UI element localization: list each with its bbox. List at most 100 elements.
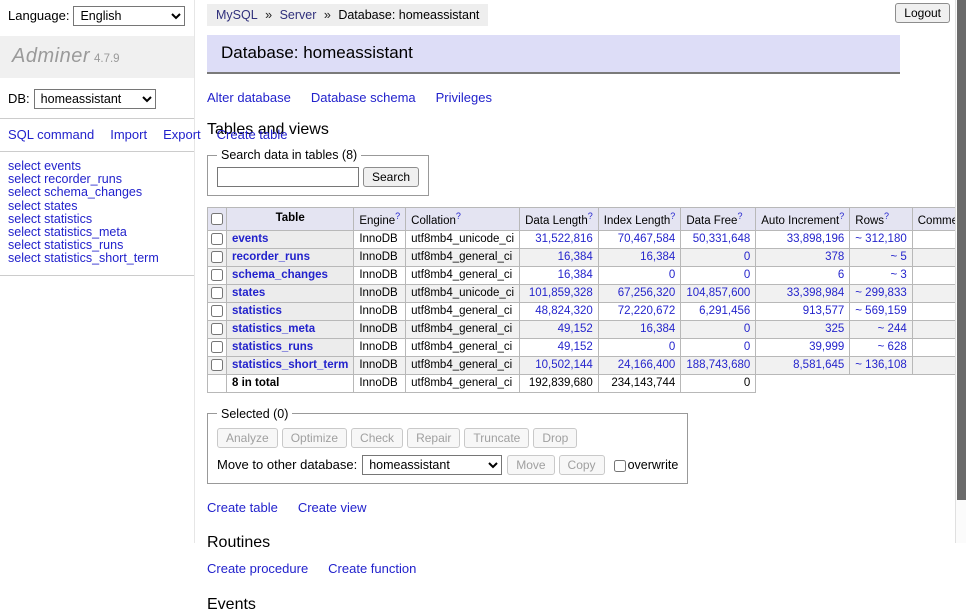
- select-all-checkbox[interactable]: [211, 213, 223, 225]
- sidebar-select-link-statistics[interactable]: select: [8, 212, 41, 226]
- routine-link-create-procedure[interactable]: Create procedure: [207, 561, 308, 576]
- table-link-recorder-runs[interactable]: recorder_runs: [232, 251, 310, 263]
- db-link-privileges[interactable]: Privileges: [436, 90, 492, 105]
- rows-cell[interactable]: ~ 136,108: [850, 356, 912, 374]
- repair-button[interactable]: Repair: [407, 428, 460, 448]
- breadcrumb-link-server[interactable]: Server: [280, 8, 317, 22]
- db-link-alter-database[interactable]: Alter database: [207, 90, 291, 105]
- sidebar-link-export[interactable]: Export: [163, 127, 201, 142]
- db-link-database-schema[interactable]: Database schema: [311, 90, 416, 105]
- rows-cell[interactable]: ~ 312,180: [850, 230, 912, 248]
- table-link-statistics-runs[interactable]: statistics_runs: [232, 341, 313, 353]
- engine-cell: InnoDB: [354, 320, 406, 338]
- sidebar-table-link-statistics-runs[interactable]: statistics_runs: [44, 238, 123, 252]
- create-link-create-view[interactable]: Create view: [298, 500, 367, 515]
- row-checkbox-statistics-short-term[interactable]: [211, 359, 223, 371]
- search-button[interactable]: Search: [363, 167, 419, 187]
- move-db-select[interactable]: homeassistant: [362, 455, 502, 475]
- sidebar-select-link-states[interactable]: select: [8, 199, 41, 213]
- sidebar-link-create-table[interactable]: Create table: [217, 127, 288, 142]
- index-length-cell: 67,256,320: [598, 284, 681, 302]
- adminer-brand[interactable]: Adminer: [12, 45, 90, 67]
- engine-cell: InnoDB: [354, 248, 406, 266]
- sidebar-item-statistics-short-term: select statistics_short_term: [8, 252, 186, 265]
- rows-cell[interactable]: ~ 299,833: [850, 284, 912, 302]
- vertical-scrollbar[interactable]: [955, 0, 966, 543]
- copy-button[interactable]: Copy: [559, 455, 605, 475]
- sidebar-table-link-states[interactable]: states: [44, 199, 77, 213]
- sidebar-table-link-events[interactable]: events: [44, 159, 81, 173]
- row-checkbox-recorder-runs[interactable]: [211, 251, 223, 263]
- help-link-index-length[interactable]: ?: [670, 211, 675, 221]
- breadcrumb-link-mysql[interactable]: MySQL: [216, 8, 258, 22]
- rows-cell[interactable]: ~ 3: [850, 266, 912, 284]
- total-data-free-cell: 0: [681, 374, 756, 392]
- move-button[interactable]: Move: [507, 455, 554, 475]
- sidebar-select-link-statistics-meta[interactable]: select: [8, 225, 41, 239]
- row-checkbox-events[interactable]: [211, 233, 223, 245]
- rows-cell[interactable]: ~ 244: [850, 320, 912, 338]
- row-checkbox-statistics-runs[interactable]: [211, 341, 223, 353]
- sidebar-table-link-statistics[interactable]: statistics: [44, 212, 92, 226]
- row-checkbox-statistics-meta[interactable]: [211, 323, 223, 335]
- help-link-collation[interactable]: ?: [456, 211, 461, 221]
- adminer-logo[interactable]: Adminer4.7.9: [0, 36, 194, 78]
- sidebar-link-import[interactable]: Import: [110, 127, 147, 142]
- overwrite-checkbox[interactable]: [614, 460, 626, 472]
- check-button[interactable]: Check: [351, 428, 403, 448]
- drop-button[interactable]: Drop: [533, 428, 577, 448]
- sidebar-table-link-recorder-runs[interactable]: recorder_runs: [44, 172, 122, 186]
- total-collation-cell: utf8mb4_general_ci: [406, 374, 520, 392]
- tables-and-views-heading: Tables and views: [207, 121, 900, 139]
- row-checkbox-statistics[interactable]: [211, 305, 223, 317]
- data-length-cell: 10,502,144: [520, 356, 599, 374]
- sidebar-table-link-schema-changes[interactable]: schema_changes: [44, 185, 142, 199]
- row-checkbox-cell: [208, 356, 227, 374]
- sidebar-select-link-statistics-short-term[interactable]: select: [8, 251, 41, 265]
- engine-cell: InnoDB: [354, 338, 406, 356]
- table-link-statistics[interactable]: statistics: [232, 305, 282, 317]
- search-input[interactable]: [217, 167, 359, 187]
- sidebar-table-link-statistics-short-term[interactable]: statistics_short_term: [44, 251, 159, 265]
- data-length-cell: 49,152: [520, 320, 599, 338]
- help-link-auto-increment[interactable]: ?: [839, 211, 844, 221]
- column-header-collation: Collation?: [406, 208, 520, 231]
- table-name-cell: states: [227, 284, 354, 302]
- rows-cell[interactable]: ~ 628: [850, 338, 912, 356]
- index-length-cell: 16,384: [598, 248, 681, 266]
- collation-cell: utf8mb4_general_ci: [406, 248, 520, 266]
- help-link-rows[interactable]: ?: [884, 211, 889, 221]
- sidebar-select-link-schema-changes[interactable]: select: [8, 185, 41, 199]
- rows-cell[interactable]: ~ 5: [850, 248, 912, 266]
- create-link-create-table[interactable]: Create table: [207, 500, 278, 515]
- truncate-button[interactable]: Truncate: [464, 428, 529, 448]
- help-link-data-free[interactable]: ?: [737, 211, 742, 221]
- table-link-statistics-short-term[interactable]: statistics_short_term: [232, 359, 348, 371]
- total-empty-cell: [756, 374, 966, 392]
- db-select[interactable]: homeassistant: [34, 89, 156, 109]
- sidebar-table-list: select eventsselect recorder_runsselect …: [0, 152, 194, 275]
- sidebar-select-link-statistics-runs[interactable]: select: [8, 238, 41, 252]
- routine-link-create-function[interactable]: Create function: [328, 561, 416, 576]
- logout-button[interactable]: Logout: [895, 3, 950, 23]
- sidebar-table-link-statistics-meta[interactable]: statistics_meta: [44, 225, 127, 239]
- language-select[interactable]: English: [73, 6, 185, 26]
- table-link-events[interactable]: events: [232, 233, 268, 245]
- sidebar-link-sql-command[interactable]: SQL command: [8, 127, 94, 142]
- scrollbar-thumb[interactable]: [957, 0, 966, 500]
- table-row-recorder-runs: recorder_runs InnoDButf8mb4_general_ci 16,…: [208, 248, 966, 266]
- collation-cell: utf8mb4_general_ci: [406, 320, 520, 338]
- sidebar-select-link-recorder-runs[interactable]: select: [8, 172, 41, 186]
- sidebar-select-link-events[interactable]: select: [8, 159, 41, 173]
- rows-cell[interactable]: ~ 569,159: [850, 302, 912, 320]
- table-link-states[interactable]: states: [232, 287, 265, 299]
- help-link-data-length[interactable]: ?: [588, 211, 593, 221]
- row-checkbox-states[interactable]: [211, 287, 223, 299]
- table-row-statistics-short-term: statistics_short_termInnoDButf8mb4_gener…: [208, 356, 966, 374]
- help-link-engine[interactable]: ?: [395, 211, 400, 221]
- analyze-button[interactable]: Analyze: [217, 428, 278, 448]
- optimize-button[interactable]: Optimize: [282, 428, 347, 448]
- table-link-statistics-meta[interactable]: statistics_meta: [232, 323, 315, 335]
- row-checkbox-schema-changes[interactable]: [211, 269, 223, 281]
- table-link-schema-changes[interactable]: schema_changes: [232, 269, 328, 281]
